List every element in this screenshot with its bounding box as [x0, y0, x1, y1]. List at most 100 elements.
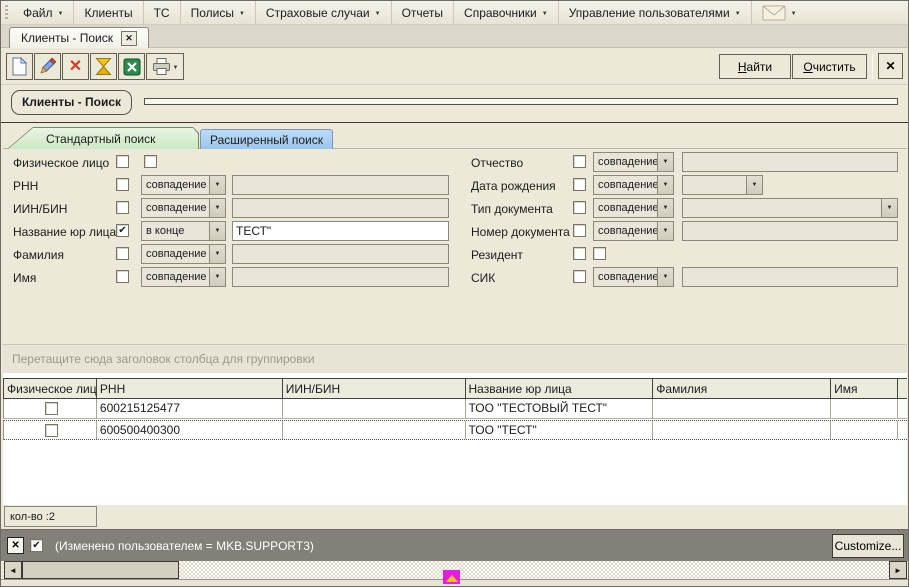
record-count: кол-во :2 — [4, 506, 97, 527]
doc-number-input[interactable] — [682, 221, 898, 241]
menu-clients[interactable]: Клиенты — [74, 1, 143, 24]
org-name-enable-checkbox[interactable] — [116, 224, 129, 237]
doc-type-value-combo[interactable] — [682, 198, 898, 218]
header-rule — [144, 98, 898, 105]
individual-value-checkbox[interactable] — [144, 155, 157, 168]
doc-type-enable-checkbox[interactable] — [573, 201, 586, 214]
edit-button[interactable] — [34, 53, 61, 80]
sik-match-combo[interactable]: совпадение — [593, 267, 674, 287]
combo-arrow-button[interactable] — [657, 153, 673, 171]
horizontal-scrollbar-thumb[interactable] — [22, 561, 179, 579]
combo-arrow-button[interactable] — [209, 222, 225, 240]
column-header-firstname[interactable]: Имя — [831, 379, 898, 398]
combo-arrow-button[interactable] — [881, 199, 897, 217]
birthdate-date-combo[interactable] — [682, 175, 763, 195]
chevron-down-icon — [663, 159, 669, 165]
firstname-enable-checkbox[interactable] — [116, 270, 129, 283]
patronymic-input[interactable] — [682, 152, 898, 172]
menu-file[interactable]: Файл — [13, 1, 74, 24]
combo-arrow-button[interactable] — [209, 245, 225, 263]
org-name-match-combo[interactable]: в конце — [141, 221, 226, 241]
resident-enable-checkbox[interactable] — [573, 247, 586, 260]
menu-user-management[interactable]: Управление пользователями — [559, 1, 752, 24]
doc-type-match-combo[interactable]: совпадение — [593, 198, 674, 218]
patronymic-match-combo[interactable]: совпадение — [593, 152, 674, 172]
birthdate-match-combo[interactable]: совпадение — [593, 175, 674, 195]
column-header-org-name[interactable]: Название юр лица — [466, 379, 654, 398]
doc-number-match-value: совпадение — [594, 222, 657, 240]
combo-arrow-button[interactable] — [657, 199, 673, 217]
doc-number-enable-checkbox[interactable] — [573, 224, 586, 237]
iin-bin-input[interactable] — [232, 198, 449, 218]
tab-advanced-search[interactable]: Расширенный поиск — [200, 129, 333, 149]
birthdate-enable-checkbox[interactable] — [573, 178, 586, 191]
rnn-match-value: совпадение — [142, 176, 209, 194]
chevron-down-icon — [887, 205, 893, 211]
status-close-button[interactable] — [7, 537, 24, 554]
menu-directories[interactable]: Справочники — [454, 1, 559, 24]
iin-bin-match-value: совпадение — [142, 199, 209, 217]
combo-arrow-button[interactable] — [657, 222, 673, 240]
iin-bin-enable-checkbox[interactable] — [116, 201, 129, 214]
grid-row-2-focused[interactable]: 600500400300 ТОО "ТЕСТ" — [3, 420, 907, 440]
column-header-individual[interactable]: Физическое лицо — [4, 379, 97, 398]
export-excel-button[interactable] — [118, 53, 145, 80]
row-individual-checkbox[interactable] — [45, 402, 58, 415]
combo-arrow-button[interactable] — [746, 176, 762, 194]
clear-button[interactable]: Очистить — [792, 54, 867, 79]
toolbar-grip-handle[interactable] — [4, 5, 11, 20]
customize-button[interactable]: Customize... — [832, 534, 904, 558]
doc-number-match-combo[interactable]: совпадение — [593, 221, 674, 241]
menu-reports[interactable]: Отчеты — [392, 1, 454, 24]
menu-mail[interactable] — [752, 1, 807, 24]
sik-enable-checkbox[interactable] — [573, 270, 586, 283]
birthdate-match-value: совпадение — [594, 176, 657, 194]
menu-insurance-cases[interactable]: Страховые случаи — [256, 1, 392, 24]
dropdown-arrow-icon — [735, 11, 741, 17]
menu-reports-label: Отчеты — [402, 6, 443, 20]
resident-value-checkbox[interactable] — [593, 247, 606, 260]
close-search-panel-button[interactable] — [878, 53, 903, 79]
grid-row-1[interactable]: 600215125477 ТОО "ТЕСТОВЫЙ ТЕСТ" — [3, 399, 907, 419]
status-filter-checkbox[interactable] — [30, 539, 43, 552]
grid-group-panel[interactable]: Перетащите сюда заголовок столбца для гр… — [3, 344, 907, 373]
sik-input[interactable] — [682, 267, 898, 287]
tab-close-icon[interactable] — [121, 31, 137, 46]
cell-iin-bin — [283, 399, 466, 418]
scroll-left-button[interactable] — [4, 561, 22, 579]
delete-button[interactable] — [62, 53, 89, 80]
row-individual-checkbox[interactable] — [45, 424, 58, 437]
document-tab-clients-search[interactable]: Клиенты - Поиск — [9, 27, 149, 48]
surname-enable-checkbox[interactable] — [116, 247, 129, 260]
chevron-down-icon — [663, 182, 669, 188]
menu-policies[interactable]: Полисы — [181, 1, 256, 24]
iin-bin-match-combo[interactable]: совпадение — [141, 198, 226, 218]
surname-input[interactable] — [232, 244, 449, 264]
print-button[interactable] — [146, 53, 184, 80]
menu-ts[interactable]: ТС — [144, 1, 181, 24]
new-document-button[interactable] — [6, 53, 33, 80]
patronymic-enable-checkbox[interactable] — [573, 155, 586, 168]
combo-arrow-button[interactable] — [209, 176, 225, 194]
cell-iin-bin — [283, 421, 466, 439]
individual-enable-checkbox[interactable] — [116, 155, 129, 168]
firstname-input[interactable] — [232, 267, 449, 287]
tab-standard-search[interactable]: Стандартный поиск — [7, 127, 199, 149]
org-name-input[interactable] — [232, 221, 449, 241]
find-button[interactable]: Найти — [719, 54, 791, 79]
label-rnn: РНН — [13, 179, 38, 193]
fit-columns-button[interactable] — [90, 53, 117, 80]
rnn-enable-checkbox[interactable] — [116, 178, 129, 191]
combo-arrow-button[interactable] — [209, 268, 225, 286]
column-header-surname[interactable]: Фамилия — [653, 379, 831, 398]
column-header-iin-bin[interactable]: ИИН/БИН — [283, 379, 466, 398]
surname-match-combo[interactable]: совпадение — [141, 244, 226, 264]
combo-arrow-button[interactable] — [657, 176, 673, 194]
firstname-match-combo[interactable]: совпадение — [141, 267, 226, 287]
column-header-rnn[interactable]: РНН — [97, 379, 283, 398]
scroll-right-button[interactable] — [889, 561, 907, 579]
rnn-input[interactable] — [232, 175, 449, 195]
combo-arrow-button[interactable] — [209, 199, 225, 217]
combo-arrow-button[interactable] — [657, 268, 673, 286]
rnn-match-combo[interactable]: совпадение — [141, 175, 226, 195]
